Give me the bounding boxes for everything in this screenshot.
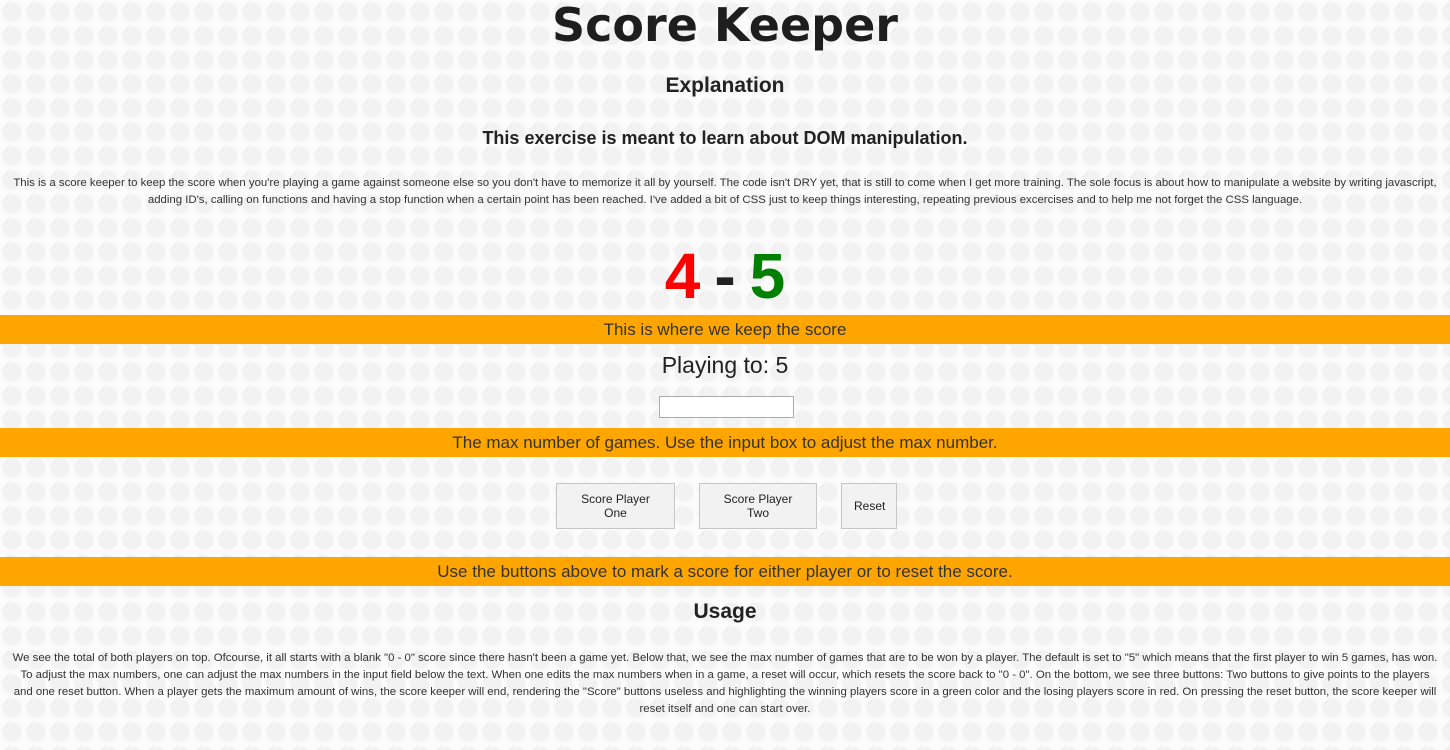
max-games-input[interactable] — [659, 396, 794, 418]
buttons-banner: Use the buttons above to mark a score fo… — [0, 557, 1450, 586]
player-two-score: 5 — [749, 240, 786, 312]
usage-text: We see the total of both players on top.… — [12, 652, 1438, 715]
explanation-heading: Explanation — [665, 74, 785, 97]
score-banner: This is where we keep the score — [0, 315, 1450, 344]
score-separator: - — [714, 240, 736, 312]
score-player-one-button[interactable]: Score Player One — [556, 483, 675, 529]
explanation-subheading: This exercise is meant to learn about DO… — [482, 128, 968, 148]
page-title: Score Keeper — [552, 0, 898, 52]
usage-heading: Usage — [693, 600, 757, 623]
score-player-two-button[interactable]: Score Player Two — [699, 483, 817, 529]
playing-to-label: Playing to: 5 — [661, 352, 789, 378]
score-display: 4-5 — [0, 238, 1450, 314]
player-one-score: 4 — [664, 240, 701, 312]
max-games-banner: The max number of games. Use the input b… — [0, 428, 1450, 457]
reset-button[interactable]: Reset — [841, 483, 897, 529]
explanation-text: This is a score keeper to keep the score… — [13, 177, 1437, 206]
